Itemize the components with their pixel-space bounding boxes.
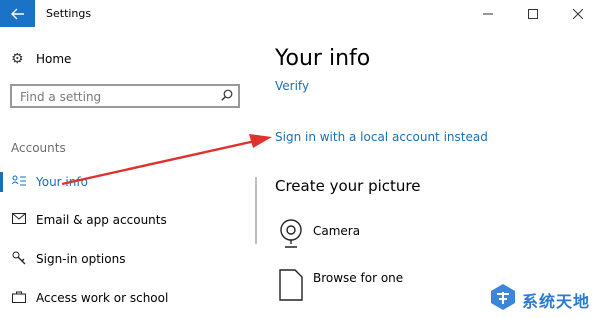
watermark-logo-icon: [491, 284, 515, 310]
back-button[interactable]: [0, 0, 35, 27]
camera-option[interactable]: Camera: [279, 218, 479, 250]
maximize-button[interactable]: [510, 0, 555, 27]
sidebar-item-label: Access work or school: [36, 291, 169, 305]
back-arrow-icon: [10, 8, 24, 19]
minimize-icon: [482, 13, 493, 14]
scrollbar[interactable]: [255, 177, 257, 244]
sidebar-item-label: Email & app accounts: [36, 213, 167, 227]
sidebar-item-label: Sign-in options: [36, 252, 126, 266]
search-input[interactable]: Find a setting: [10, 84, 240, 108]
section-title-create-picture: Create your picture: [275, 177, 421, 195]
briefcase-icon: [11, 291, 27, 306]
selection-indicator: [0, 172, 3, 192]
close-button[interactable]: [555, 0, 600, 27]
sidebar-item-label: Home: [36, 52, 72, 66]
gear-icon: ⚙: [11, 51, 24, 67]
minimize-button[interactable]: [465, 0, 510, 27]
option-label: Camera: [313, 224, 361, 238]
search-icon: [221, 89, 233, 101]
key-icon: [11, 251, 27, 268]
search-placeholder: Find a setting: [20, 90, 102, 104]
watermark: 系统天地: [488, 282, 596, 312]
title-bar: Settings: [0, 0, 600, 27]
browse-option[interactable]: Browse for one: [279, 268, 479, 302]
browse-file-icon: [279, 269, 303, 301]
mail-icon: [11, 213, 27, 227]
option-label: Browse for one: [313, 271, 404, 285]
sidebar-item-sign-in-options[interactable]: Sign-in options: [11, 250, 125, 268]
local-account-link[interactable]: Sign in with a local account instead: [275, 130, 488, 144]
sidebar-item-your-info[interactable]: Your info: [11, 173, 88, 191]
camera-icon: [280, 219, 302, 248]
window-title: Settings: [46, 7, 92, 20]
page-title: Your info: [275, 46, 371, 71]
watermark-text: 系统天地: [522, 292, 591, 311]
sidebar-item-home[interactable]: ⚙ Home: [11, 50, 71, 68]
section-label-accounts: Accounts: [11, 141, 66, 155]
sidebar-item-access-work[interactable]: Access work or school: [11, 289, 168, 307]
sidebar-item-label: Your info: [36, 175, 88, 189]
close-icon: [572, 8, 583, 19]
sidebar-item-email[interactable]: Email & app accounts: [11, 211, 167, 229]
maximize-icon: [527, 8, 538, 19]
verify-link[interactable]: Verify: [275, 79, 309, 93]
person-card-icon: [11, 175, 27, 190]
